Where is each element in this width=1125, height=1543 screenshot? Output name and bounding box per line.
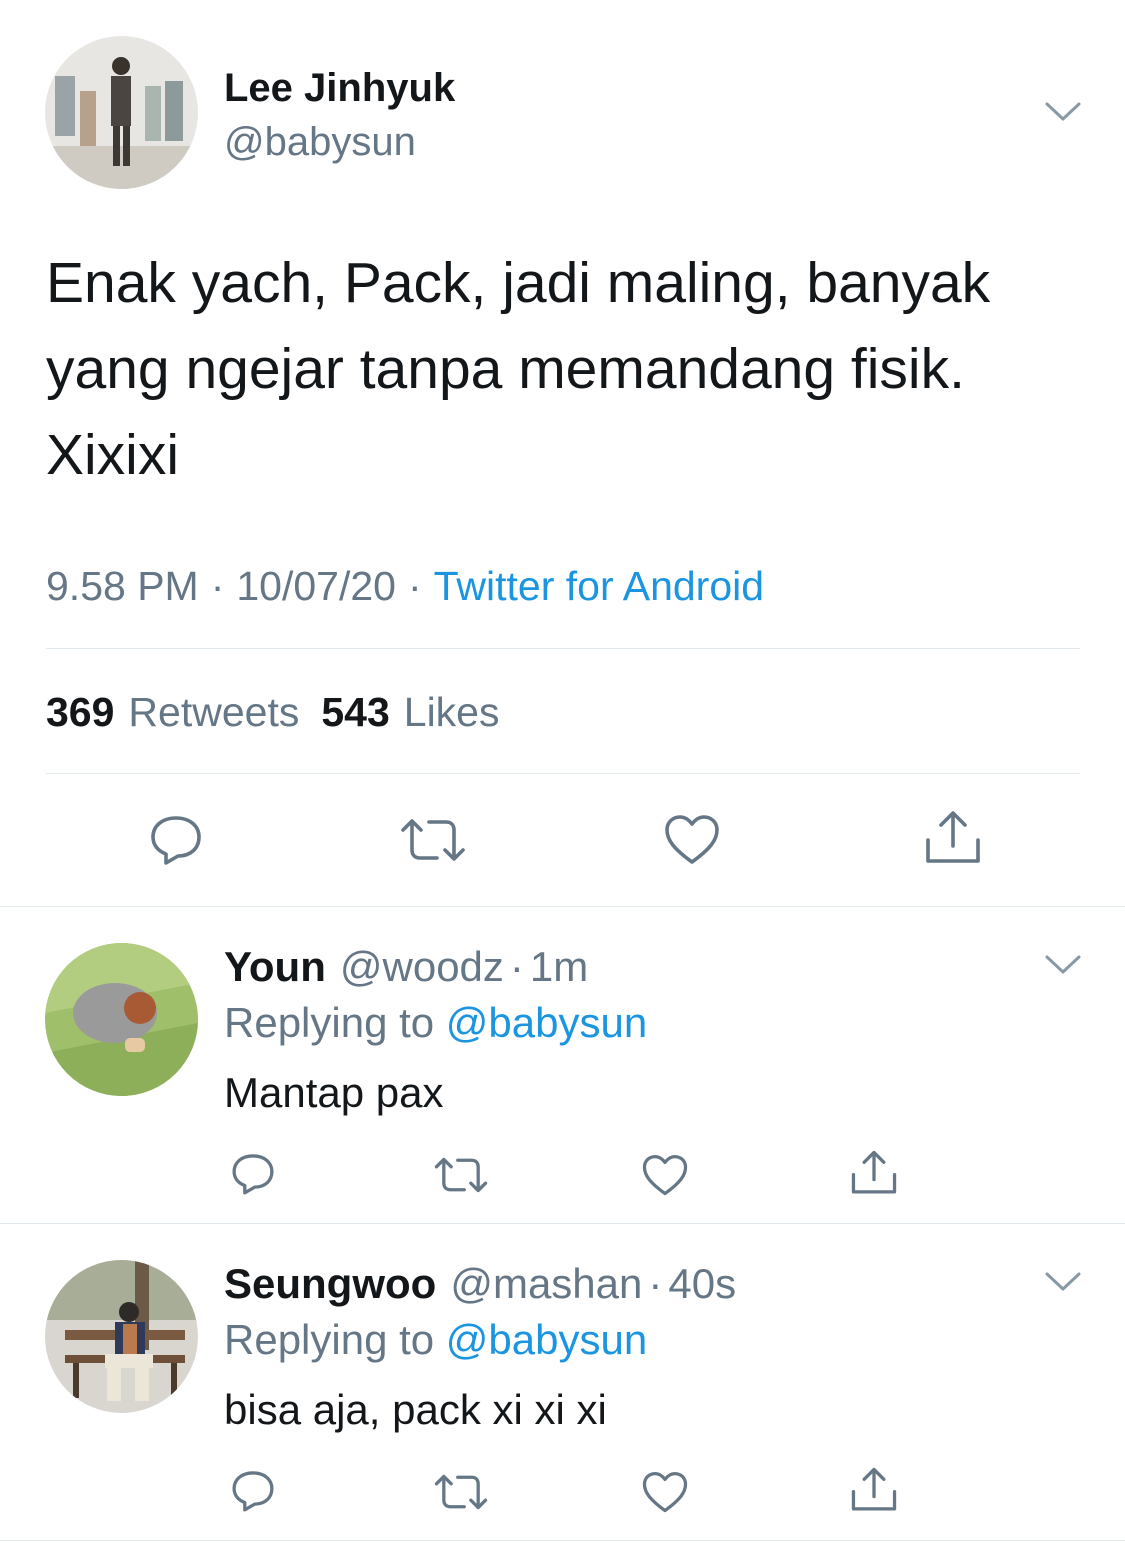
avatar[interactable]	[45, 943, 198, 1096]
header-dot: ·	[509, 943, 524, 990]
reply-text: bisa aja, pack xi xi xi	[224, 1386, 607, 1433]
chevron-down-icon[interactable]	[1044, 1270, 1082, 1294]
likes-label: Likes	[403, 689, 500, 735]
author-handle[interactable]: @babysun	[224, 118, 416, 166]
replying-to: Replying to @babysun	[224, 997, 647, 1049]
retweets-stat[interactable]: 369 Retweets	[46, 689, 321, 735]
heart-icon	[642, 1154, 688, 1195]
chevron-down-icon[interactable]	[1044, 100, 1082, 124]
reply-author-name[interactable]: Seungwoo	[224, 1260, 436, 1307]
reply-author-handle[interactable]: @woodz	[340, 943, 504, 990]
meta-separator: ·	[210, 563, 225, 609]
replying-prefix: Replying to	[224, 1316, 435, 1363]
reply-author-name[interactable]: Youn	[224, 943, 326, 990]
divider	[46, 773, 1080, 774]
divider	[0, 1540, 1125, 1541]
heart-icon	[642, 1471, 688, 1512]
reply-text: Mantap pax	[224, 1069, 444, 1116]
share-icon	[851, 1150, 897, 1194]
retweet-icon	[434, 1157, 488, 1193]
share-icon	[851, 1467, 897, 1511]
reply-icon	[232, 1471, 274, 1512]
retweets-label: Retweets	[128, 689, 300, 735]
header-dot: ·	[648, 1260, 663, 1307]
like-button[interactable]	[642, 1470, 688, 1514]
tweet-text: Enak yach, Pack, jadi maling, banyak yan…	[46, 251, 991, 487]
retweet-button[interactable]	[400, 816, 466, 864]
likes-stat[interactable]: 543 Likes	[321, 689, 521, 735]
reply-tweet[interactable]: Youn @woodz · 1m Replying to @babysun Manta…	[0, 907, 1125, 1223]
retweet-icon	[434, 1474, 488, 1510]
heart-icon	[665, 815, 719, 864]
reply-button[interactable]	[230, 1151, 276, 1197]
meta-separator: ·	[407, 563, 422, 609]
reply-header: Seungwoo @mashan · 40s	[224, 1258, 736, 1310]
author-name[interactable]: Lee Jinhyuk	[224, 64, 455, 112]
tweet-meta: 9.58 PM · 10/07/20 · Twitter for Android	[46, 560, 764, 612]
avatar[interactable]	[45, 36, 198, 189]
share-icon	[926, 811, 980, 863]
reply-icon	[232, 1154, 274, 1195]
divider	[46, 648, 1080, 649]
likes-count: 543	[321, 689, 390, 735]
reply-time[interactable]: 1m	[530, 943, 588, 990]
replying-prefix: Replying to	[224, 999, 435, 1046]
reply-author-handle[interactable]: @mashan	[450, 1260, 642, 1307]
tweet-stats: 369 Retweets 543 Likes	[46, 686, 521, 738]
share-button[interactable]	[924, 810, 982, 866]
retweet-button[interactable]	[434, 1472, 488, 1512]
reply-icon	[151, 816, 201, 865]
reply-button[interactable]	[230, 1468, 276, 1514]
replying-to: Replying to @babysun	[224, 1314, 647, 1366]
retweets-count: 369	[46, 689, 115, 735]
avatar[interactable]	[45, 1260, 198, 1413]
like-button[interactable]	[664, 814, 720, 866]
tweet-date: 10/07/20	[236, 563, 396, 609]
reply-button[interactable]	[146, 812, 206, 868]
tweet-source-link[interactable]: Twitter for Android	[434, 563, 764, 609]
chevron-down-icon[interactable]	[1044, 953, 1082, 977]
reply-time[interactable]: 40s	[668, 1260, 736, 1307]
retweet-button[interactable]	[434, 1155, 488, 1195]
replying-handle-link[interactable]: @babysun	[446, 1316, 647, 1363]
retweet-icon	[401, 819, 465, 861]
main-tweet: Lee Jinhyuk @babysun Enak yach, Pack, ja…	[0, 0, 1125, 906]
share-button[interactable]	[850, 1466, 898, 1514]
share-button[interactable]	[850, 1149, 898, 1197]
like-button[interactable]	[642, 1153, 688, 1197]
tweet-time: 9.58 PM	[46, 563, 199, 609]
replying-handle-link[interactable]: @babysun	[446, 999, 647, 1046]
reply-tweet[interactable]: Seungwoo @mashan · 40s Replying to @babysun…	[0, 1224, 1125, 1540]
reply-header: Youn @woodz · 1m	[224, 941, 588, 993]
